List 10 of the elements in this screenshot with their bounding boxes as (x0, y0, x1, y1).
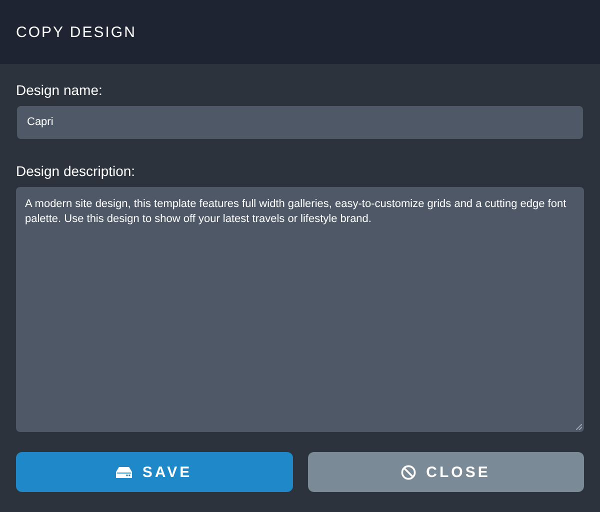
drive-icon (116, 466, 132, 478)
field-label: Design name: (16, 82, 102, 98)
ban-icon (401, 464, 416, 480)
resize-grip-icon[interactable] (576, 424, 582, 430)
description-field[interactable]: A modern site design, this template features full width galleries, easy-to-customize grids and a cutting edge font palette. Use this design to show off your latest travels or lifestyle brand. (16, 187, 584, 432)
name-field[interactable]: Capri (17, 106, 583, 139)
close-button[interactable]: CLOSE (308, 452, 584, 492)
save-button[interactable]: SAVE (16, 452, 292, 492)
dialog-title: COPY DESIGN (16, 24, 136, 40)
field-label: Design description: (16, 163, 136, 179)
